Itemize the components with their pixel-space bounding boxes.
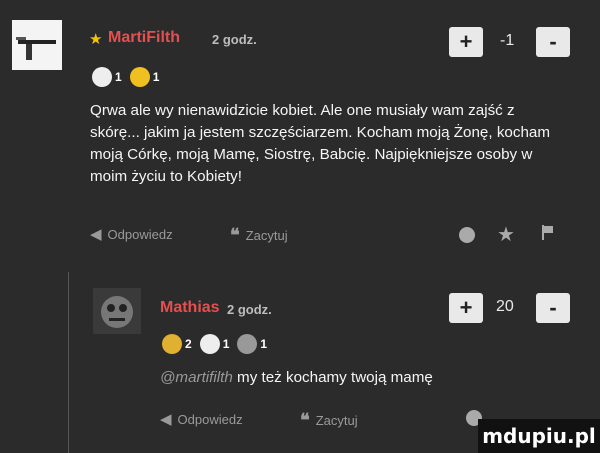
- badge: 1: [92, 67, 122, 87]
- badge: 1: [237, 334, 267, 354]
- badge-character-icon: [199, 334, 220, 354]
- quote-button[interactable]: ❝ Zacytuj: [230, 225, 288, 246]
- badge: 2: [162, 334, 192, 354]
- flag-icon[interactable]: [541, 225, 553, 240]
- score: 20: [496, 298, 514, 315]
- comment-body: Qrwa ale wy nienawidzicie kobiet. Ale on…: [90, 102, 550, 185]
- avatar[interactable]: [93, 288, 141, 334]
- downvote-button[interactable]: -: [536, 27, 570, 57]
- author-name[interactable]: Mathias: [160, 299, 220, 317]
- badge: 1: [199, 334, 229, 354]
- quote-icon: ❝: [230, 225, 240, 245]
- quote-button[interactable]: ❝ Zacytuj: [300, 410, 358, 431]
- thread-line: [68, 272, 69, 453]
- site-watermark: mdupiu.pl: [478, 419, 600, 453]
- tag-icon[interactable]: [459, 227, 475, 243]
- favorite-star-icon[interactable]: ★: [497, 222, 515, 247]
- badge-row: 1 1: [92, 67, 159, 87]
- badge-fist-icon: [92, 67, 112, 87]
- face-icon: [101, 296, 133, 328]
- reply-arrow-icon: ◀: [160, 411, 172, 428]
- upvote-button[interactable]: +: [449, 293, 483, 323]
- comment-body: @martifilth my też kochamy twoją mamę: [160, 367, 433, 389]
- downvote-button[interactable]: -: [536, 293, 570, 323]
- star-icon: ★: [89, 31, 103, 48]
- gun-icon: [16, 37, 56, 60]
- upvote-button[interactable]: +: [449, 27, 483, 57]
- reply-button[interactable]: ◀ Odpowiedz: [160, 410, 243, 428]
- quote-icon: ❝: [300, 410, 310, 430]
- reply-button[interactable]: ◀ Odpowiedz: [90, 225, 173, 243]
- badge-row: 2 1 1: [162, 334, 267, 354]
- timestamp: 2 godz.: [212, 32, 257, 47]
- badge-character-icon: [237, 334, 258, 354]
- author-name[interactable]: MartiFilth: [108, 29, 180, 47]
- mention-link[interactable]: @martifilth: [160, 369, 233, 386]
- badge-character-icon: [129, 67, 150, 87]
- score: -1: [500, 32, 515, 49]
- avatar[interactable]: [12, 20, 62, 70]
- badge-character-icon: [162, 334, 182, 354]
- badge: 1: [129, 67, 159, 87]
- reply-arrow-icon: ◀: [90, 226, 102, 243]
- comment-text: my też kochamy twoją mamę: [237, 369, 433, 386]
- timestamp: 2 godz.: [227, 302, 272, 317]
